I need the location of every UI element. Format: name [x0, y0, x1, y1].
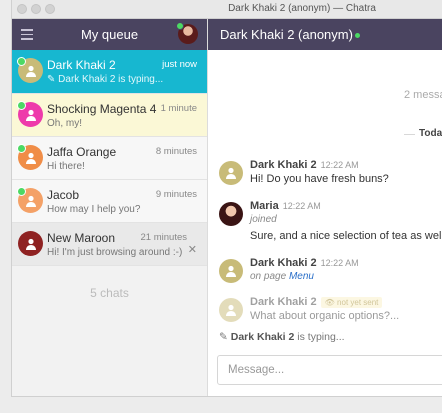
visitor-avatar	[17, 57, 43, 83]
chat-preview: ✎ Dark Khaki 2 is typing...	[47, 74, 164, 85]
chat-preview: How may I help you?	[47, 204, 141, 215]
chat-title: Dark Khaki 2 (anonym)	[220, 27, 360, 42]
chat-name: New Maroon	[47, 231, 116, 245]
visitor-avatar	[17, 101, 43, 127]
message-author: Dark Khaki 2 👁 not yet sent	[250, 296, 383, 308]
not-sent-label: not yet sent	[337, 298, 379, 307]
chat-item-shocking-magenta-4[interactable]: Shocking Magenta 4 Oh, my! 1 minute	[12, 94, 207, 137]
online-indicator	[354, 33, 360, 39]
person-icon	[25, 195, 36, 207]
person-icon	[226, 167, 236, 179]
person-icon	[25, 152, 36, 164]
visitor-avatar	[17, 187, 43, 213]
person-icon	[25, 65, 36, 77]
title-bar: Dark Khaki 2 (anonym) — Chatra	[12, 0, 442, 19]
message-pending: Dark Khaki 2 👁 not yet sent What about or…	[216, 296, 442, 326]
messages-count: 2 messages	[404, 89, 442, 101]
message: Dark Khaki 2 12:22 AM Hi! Do you have fre…	[216, 159, 442, 189]
not-sent-badge: 👁 not yet sent	[320, 297, 383, 308]
author-name: Dark Khaki 2	[250, 296, 317, 308]
chat-item-new-maroon[interactable]: New Maroon Hi! I'm just browsing around …	[12, 223, 207, 266]
chat-item-jacob[interactable]: Jacob How may I help you? 9 minutes	[12, 180, 207, 223]
online-indicator	[17, 144, 26, 153]
visitor-avatar	[219, 259, 243, 283]
person-icon	[226, 265, 236, 277]
online-indicator	[17, 187, 26, 196]
typing-name: Dark Khaki 2	[230, 331, 295, 343]
person-icon	[25, 109, 36, 121]
chat-item-dark-khaki-2[interactable]: Dark Khaki 2 ✎ Dark Khaki 2 is typing...…	[12, 50, 207, 94]
sidebar-header: My queue	[12, 19, 207, 50]
online-indicator	[17, 57, 26, 66]
author-name: Dark Khaki 2	[250, 257, 317, 269]
chat-time: 1 minute	[160, 103, 197, 114]
pencil-icon: ✎	[219, 331, 228, 343]
typing-text: is typing...	[297, 331, 345, 343]
chat-name: Jaffa Orange	[47, 145, 117, 159]
chat-name: Jacob	[47, 188, 80, 202]
message-time: 12:22 AM	[320, 258, 359, 268]
page-visit-event: on page Menu	[250, 271, 314, 282]
eye-icon: 👁	[324, 298, 335, 307]
chat-time: just now	[162, 59, 197, 70]
chat-header: Dark Khaki 2 (anonym)	[208, 19, 442, 50]
chat-preview: Hi! I'm just browsing around :-)	[47, 247, 183, 258]
visitor-avatar	[18, 231, 43, 256]
app-window: Dark Khaki 2 (anonym) — Chatra My queue …	[12, 0, 442, 396]
chat-preview: Hi there!	[47, 161, 85, 172]
chat-name: Shocking Magenta 4	[47, 102, 157, 116]
chat-preview: Oh, my!	[47, 118, 83, 129]
chats-count: 5 chats	[90, 286, 129, 300]
chat-title-text: Dark Khaki 2 (anonym)	[220, 27, 353, 42]
window-title: Dark Khaki 2 (anonym) — Chatra	[228, 3, 376, 14]
chat-time: 21 minutes	[140, 232, 187, 243]
message-author: Maria 12:22 AM	[250, 200, 321, 212]
chat-name: Dark Khaki 2	[47, 58, 116, 72]
person-icon	[25, 238, 36, 250]
message-time: 12:22 AM	[282, 201, 321, 211]
author-name: Maria	[250, 200, 279, 212]
date-divider-label: Today	[415, 128, 442, 139]
visitor-avatar	[219, 161, 243, 185]
chat-item-jaffa-orange[interactable]: Jaffa Orange Hi there! 8 minutes	[12, 137, 207, 180]
close-chat-icon[interactable]: ✕	[188, 243, 197, 256]
message: Maria 12:22 AM joined Sure, and a nice se…	[216, 200, 442, 244]
message-text: What about organic options?...	[250, 310, 400, 322]
page-link[interactable]: Menu	[289, 271, 314, 282]
person-icon	[226, 304, 236, 316]
chat-panel: Dark Khaki 2 (anonym) 2 messages Today D…	[208, 19, 442, 396]
typing-indicator: ✎ Dark Khaki 2 is typing...	[219, 331, 345, 343]
author-name: Dark Khaki 2	[250, 159, 317, 171]
message-time: 12:22 AM	[320, 160, 359, 170]
chat-time: 8 minutes	[155, 146, 197, 157]
message-event: joined	[250, 214, 277, 225]
message-author: Dark Khaki 2 12:22 AM	[250, 159, 359, 171]
message-text: Sure, and a nice selection of tea as wel…	[250, 230, 442, 242]
online-indicator	[17, 101, 26, 110]
agent-avatar	[219, 202, 243, 226]
agent-online-indicator	[176, 22, 184, 30]
page-visit-prefix: on page	[250, 271, 287, 282]
message-text: Hi! Do you have fresh buns?	[250, 173, 389, 185]
message-author: Dark Khaki 2 12:22 AM	[250, 257, 359, 269]
chat-time: 9 minutes	[155, 189, 197, 200]
message: Dark Khaki 2 12:22 AM on page Menu	[216, 257, 442, 287]
sidebar: My queue Dark Khaki 2 ✎ Dark Khaki 2 is …	[12, 19, 208, 396]
visitor-avatar	[17, 144, 43, 170]
visitor-avatar	[219, 298, 243, 322]
message-input[interactable]: Message...	[217, 355, 442, 385]
